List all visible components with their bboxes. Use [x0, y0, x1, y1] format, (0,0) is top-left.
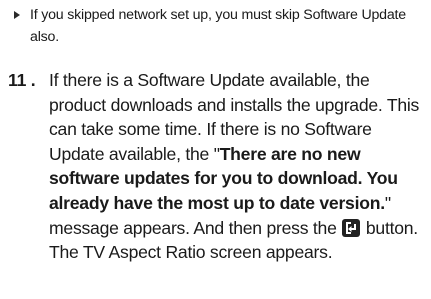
- step-paragraph: If there is a Software Update available,…: [49, 68, 426, 265]
- step-item: 11 . If there is a Software Update avail…: [8, 68, 426, 265]
- step-number: 11 .: [8, 70, 36, 90]
- enter-key-icon: [342, 218, 361, 237]
- note-item: If you skipped network set up, you must …: [14, 4, 424, 48]
- triangle-bullet-icon: [14, 11, 20, 19]
- manual-page: If you skipped network set up, you must …: [0, 0, 431, 299]
- note-text: If you skipped network set up, you must …: [30, 7, 406, 45]
